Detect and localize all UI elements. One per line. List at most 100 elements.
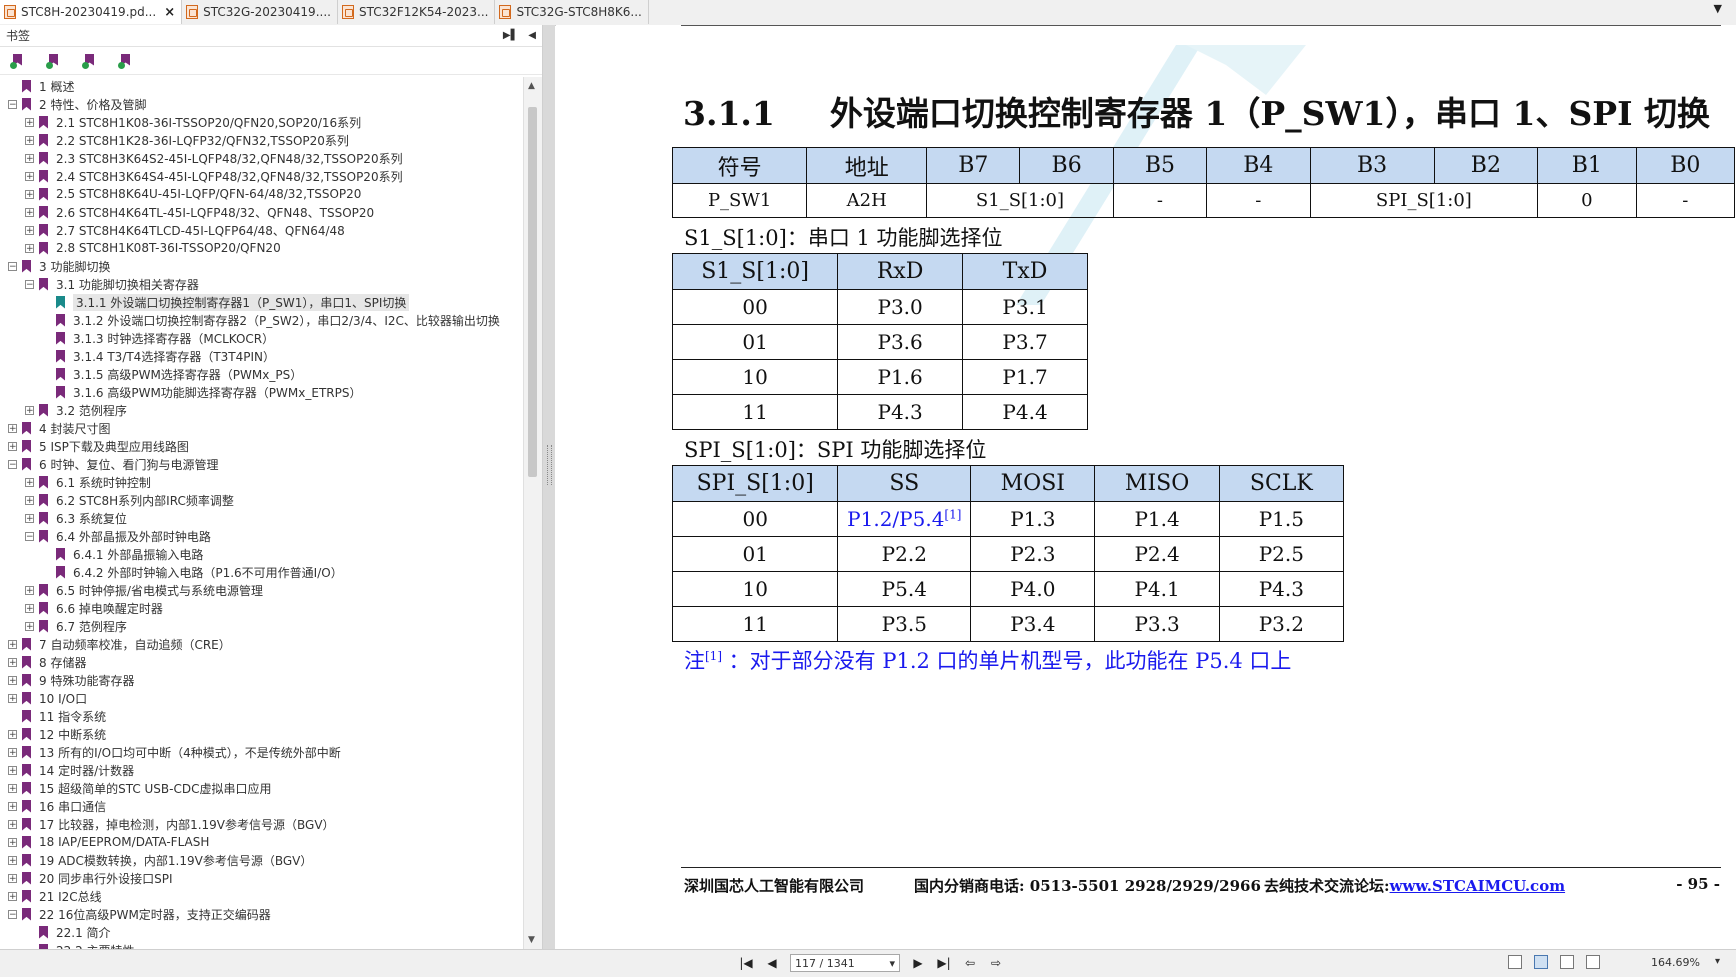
- sidebar-item[interactable]: 3.1.1 外设端口切换控制寄存器1（P_SW1），串口1、SPI切换: [0, 293, 522, 311]
- first-page-icon[interactable]: |◀: [738, 956, 754, 970]
- sidebar-item[interactable]: +3.2 范例程序: [0, 401, 522, 419]
- sidebar-item[interactable]: +2.5 STC8H8K64U-45I-LQFP/QFN-64/48/32,TS…: [0, 185, 522, 203]
- scroll-down-icon[interactable]: ▼: [528, 935, 535, 945]
- expand-icon[interactable]: +: [25, 153, 34, 163]
- expand-icon[interactable]: +: [8, 873, 17, 883]
- continuous-facing-view-icon[interactable]: [1586, 955, 1600, 969]
- forum-link[interactable]: www.STCAIMCU.com: [1390, 877, 1566, 895]
- bookmark-scrollbar[interactable]: ▲ ▼: [523, 77, 542, 949]
- sidebar-item[interactable]: − 6 时钟、复位、看门狗与电源管理: [0, 455, 522, 473]
- next-page-icon[interactable]: ▶: [910, 956, 926, 970]
- tab-stc8h[interactable]: STC8H-20230419.pd... ×: [0, 0, 183, 24]
- tab-stc32g-stc8h8k[interactable]: STC32G-STC8H8K6...: [495, 0, 649, 24]
- sidebar-item[interactable]: +14 定时器/计数器: [0, 761, 522, 779]
- ss-pin-link[interactable]: P1.2/P5.4: [847, 507, 944, 531]
- sidebar-item[interactable]: 6.4.2 外部时钟输入电路（P1.6不可用作普通I/O）: [0, 563, 522, 581]
- find-bookmark-icon[interactable]: [118, 53, 134, 69]
- expand-icon[interactable]: +: [25, 225, 34, 235]
- expand-icon[interactable]: +: [25, 189, 34, 199]
- sidebar-item[interactable]: +6.5 时钟停振/省电模式与系统电源管理: [0, 581, 522, 599]
- sidebar-item[interactable]: − 2 特性、价格及管脚: [0, 95, 522, 113]
- expand-icon[interactable]: +: [25, 117, 34, 127]
- sidebar-item[interactable]: 3.1.3 时钟选择寄存器（MCLKOCR）: [0, 329, 522, 347]
- document-view[interactable]: 3.1.1 外设端口切换控制寄存器 1（P_SW1），串口 1、SPI 切换 符号…: [556, 25, 1736, 949]
- collapse-icon[interactable]: −: [8, 909, 17, 919]
- zoom-level[interactable]: 164.69%: [1651, 956, 1700, 969]
- sidebar-item[interactable]: +8 存储器: [0, 653, 522, 671]
- sidebar-item[interactable]: +2.3 STC8H3K64S2-45I-LQFP48/32,QFN48/32,…: [0, 149, 522, 167]
- expand-icon[interactable]: +: [25, 495, 34, 505]
- tab-list-dropdown-icon[interactable]: ▼: [1714, 2, 1722, 15]
- expand-icon[interactable]: +: [25, 513, 34, 523]
- expand-icon[interactable]: +: [8, 657, 17, 667]
- tab-stc32f[interactable]: STC32F12K54-2023...: [338, 0, 496, 24]
- forward-view-icon[interactable]: ⇨: [988, 956, 1004, 970]
- sidebar-item[interactable]: 3.1.2 外设端口切换控制寄存器2（P_SW2），串口2/3/4、I2C、比较…: [0, 311, 522, 329]
- page-number-box[interactable]: ▾: [790, 954, 900, 972]
- sidebar-item[interactable]: 22.2 主要特性: [0, 941, 522, 949]
- expand-icon[interactable]: +: [8, 675, 17, 685]
- continuous-view-icon[interactable]: [1534, 955, 1548, 969]
- sidebar-item[interactable]: +2.4 STC8H3K64S4-45I-LQFP48/32,QFN48/32,…: [0, 167, 522, 185]
- expand-icon[interactable]: +: [8, 837, 17, 847]
- panel-collapse-icon[interactable]: ◀: [528, 30, 536, 41]
- expand-icon[interactable]: +: [8, 423, 17, 433]
- add-bookmark-icon[interactable]: [82, 53, 98, 69]
- close-tab-icon[interactable]: ×: [164, 5, 175, 20]
- sidebar-item[interactable]: +6.7 范例程序: [0, 617, 522, 635]
- page-number-input[interactable]: [795, 956, 885, 970]
- expand-icon[interactable]: +: [25, 585, 34, 595]
- expand-icon[interactable]: +: [8, 891, 17, 901]
- sidebar-item[interactable]: +12 中断系统: [0, 725, 522, 743]
- sidebar-item[interactable]: +13 所有的I/O口均可中断（4种模式），不是传统外部中断: [0, 743, 522, 761]
- single-page-view-icon[interactable]: [1508, 955, 1522, 969]
- sidebar-item[interactable]: +6.2 STC8H系列内部IRC频率调整: [0, 491, 522, 509]
- sidebar-item[interactable]: +6.6 掉电唤醒定时器: [0, 599, 522, 617]
- sidebar-item[interactable]: 11 指令系统: [0, 707, 522, 725]
- scroll-up-icon[interactable]: ▲: [528, 81, 535, 91]
- sidebar-item[interactable]: 1 概述: [0, 77, 522, 95]
- sidebar-item[interactable]: +6.1 系统时钟控制: [0, 473, 522, 491]
- expand-icon[interactable]: +: [25, 477, 34, 487]
- sidebar-item[interactable]: 22.1 简介: [0, 923, 522, 941]
- expand-icon[interactable]: +: [25, 207, 34, 217]
- expand-icon[interactable]: +: [8, 441, 17, 451]
- expand-icon[interactable]: +: [25, 135, 34, 145]
- expand-icon[interactable]: +: [25, 171, 34, 181]
- sidebar-item[interactable]: +16 串口通信: [0, 797, 522, 815]
- sidebar-item[interactable]: +2.6 STC8H4K64TL-45I-LQFP48/32、QFN48、TSS…: [0, 203, 522, 221]
- expand-bookmarks-icon[interactable]: [10, 53, 26, 69]
- sidebar-item[interactable]: +19 ADC模数转换，内部1.19V参考信号源（BGV）: [0, 851, 522, 869]
- expand-icon[interactable]: +: [8, 801, 17, 811]
- scrollbar-thumb[interactable]: [528, 107, 537, 477]
- sidebar-item[interactable]: +4 封装尺寸图: [0, 419, 522, 437]
- expand-icon[interactable]: +: [25, 603, 34, 613]
- sidebar-item[interactable]: +7 自动频率校准，自动追频（CRE）: [0, 635, 522, 653]
- expand-icon[interactable]: +: [8, 747, 17, 757]
- sidebar-item[interactable]: − 3 功能脚切换: [0, 257, 522, 275]
- sidebar-item[interactable]: 3.1.6 高级PWM功能脚选择寄存器（PWMx_ETRPS）: [0, 383, 522, 401]
- expand-icon[interactable]: +: [8, 765, 17, 775]
- sidebar-item[interactable]: +21 I2C总线: [0, 887, 522, 905]
- sidebar-item[interactable]: +9 特殊功能寄存器: [0, 671, 522, 689]
- sidebar-item[interactable]: +17 比较器，掉电检测，内部1.19V参考信号源（BGV）: [0, 815, 522, 833]
- sidebar-item[interactable]: +18 IAP/EEPROM/DATA-FLASH: [0, 833, 522, 851]
- prev-page-icon[interactable]: ◀: [764, 956, 780, 970]
- sidebar-item[interactable]: − 3.1 功能脚切换相关寄存器: [0, 275, 522, 293]
- panel-splitter[interactable]: [543, 25, 555, 949]
- sidebar-item[interactable]: +10 I/O口: [0, 689, 522, 707]
- sidebar-item[interactable]: +2.2 STC8H1K28-36I-LQFP32/QFN32,TSSOP20系…: [0, 131, 522, 149]
- zoom-dropdown-icon[interactable]: ▾: [1715, 956, 1720, 967]
- collapse-icon[interactable]: −: [25, 531, 34, 541]
- expand-icon[interactable]: +: [8, 855, 17, 865]
- splitter-grip[interactable]: [547, 445, 552, 485]
- collapse-bookmarks-icon[interactable]: [46, 53, 62, 69]
- collapse-icon[interactable]: −: [25, 279, 34, 289]
- last-page-icon[interactable]: ▶|: [936, 956, 952, 970]
- expand-icon[interactable]: +: [8, 819, 17, 829]
- sidebar-item[interactable]: 3.1.5 高级PWM选择寄存器（PWMx_PS）: [0, 365, 522, 383]
- expand-icon[interactable]: +: [25, 621, 34, 631]
- expand-icon[interactable]: +: [8, 783, 17, 793]
- page-dropdown-icon[interactable]: ▾: [889, 957, 895, 970]
- sidebar-item[interactable]: 3.1.4 T3/T4选择寄存器（T3T4PIN）: [0, 347, 522, 365]
